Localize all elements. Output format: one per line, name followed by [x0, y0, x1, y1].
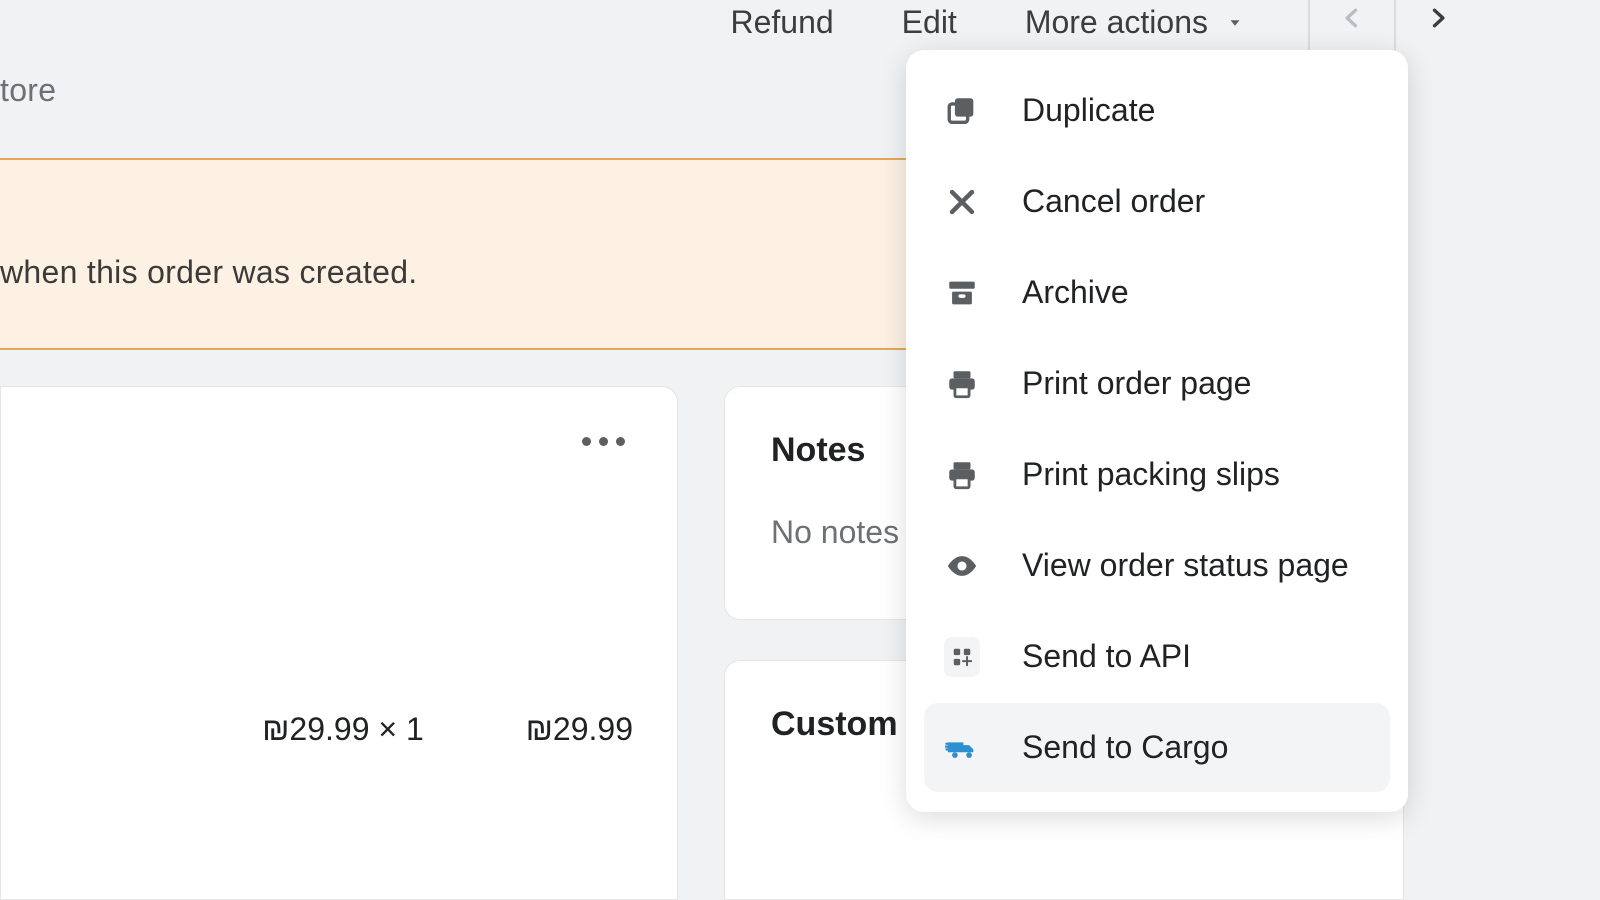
- menu-item-duplicate[interactable]: Duplicate: [924, 66, 1390, 155]
- line-items-card: ₪29.99 × 1 ₪29.99: [0, 386, 678, 900]
- archive-icon: [944, 275, 980, 311]
- more-actions-menu: Duplicate Cancel order Archive Print ord…: [906, 50, 1408, 812]
- chevron-left-icon: [1338, 4, 1366, 32]
- caret-down-icon: [1226, 14, 1244, 32]
- menu-item-label: Send to Cargo: [1022, 729, 1228, 766]
- menu-item-label: Cancel order: [1022, 183, 1205, 220]
- more-actions-label: More actions: [1025, 4, 1208, 41]
- warning-banner: when this order was created.: [0, 158, 906, 350]
- pager-next-button[interactable]: [1396, 0, 1480, 50]
- truck-icon: [944, 730, 980, 766]
- menu-item-label: Duplicate: [1022, 92, 1155, 129]
- line-items-overflow-button[interactable]: [582, 437, 625, 446]
- menu-item-archive[interactable]: Archive: [924, 248, 1390, 337]
- menu-item-label: Print packing slips: [1022, 456, 1280, 493]
- close-icon: [944, 184, 980, 220]
- eye-icon: [944, 548, 980, 584]
- line-item-total-price: ₪29.99: [526, 711, 633, 748]
- line-item-unit-price: ₪29.99 × 1: [262, 711, 424, 748]
- pager: [1308, 0, 1480, 50]
- menu-item-view-order-status[interactable]: View order status page: [924, 521, 1390, 610]
- menu-item-label: Print order page: [1022, 365, 1251, 402]
- menu-item-label: Archive: [1022, 274, 1129, 311]
- menu-item-cancel-order[interactable]: Cancel order: [924, 157, 1390, 246]
- refund-button[interactable]: Refund: [696, 0, 867, 69]
- line-item-row: ₪29.99 × 1 ₪29.99: [1, 711, 633, 748]
- chevron-right-icon: [1424, 4, 1452, 32]
- top-action-bar: Refund Edit More actions: [0, 0, 1600, 50]
- menu-item-send-to-api[interactable]: Send to API: [924, 612, 1390, 701]
- menu-item-print-order[interactable]: Print order page: [924, 339, 1390, 428]
- warning-banner-text: when this order was created.: [0, 254, 418, 291]
- menu-item-label: Send to API: [1022, 638, 1191, 675]
- menu-item-print-packing-slips[interactable]: Print packing slips: [924, 430, 1390, 519]
- app-icon: [944, 639, 980, 675]
- menu-item-send-to-cargo[interactable]: Send to Cargo: [924, 703, 1390, 792]
- duplicate-icon: [944, 93, 980, 129]
- menu-item-label: View order status page: [1022, 547, 1349, 584]
- pager-prev-button[interactable]: [1310, 0, 1394, 50]
- printer-icon: [944, 457, 980, 493]
- breadcrumb-fragment: tore: [0, 72, 56, 109]
- printer-icon: [944, 366, 980, 402]
